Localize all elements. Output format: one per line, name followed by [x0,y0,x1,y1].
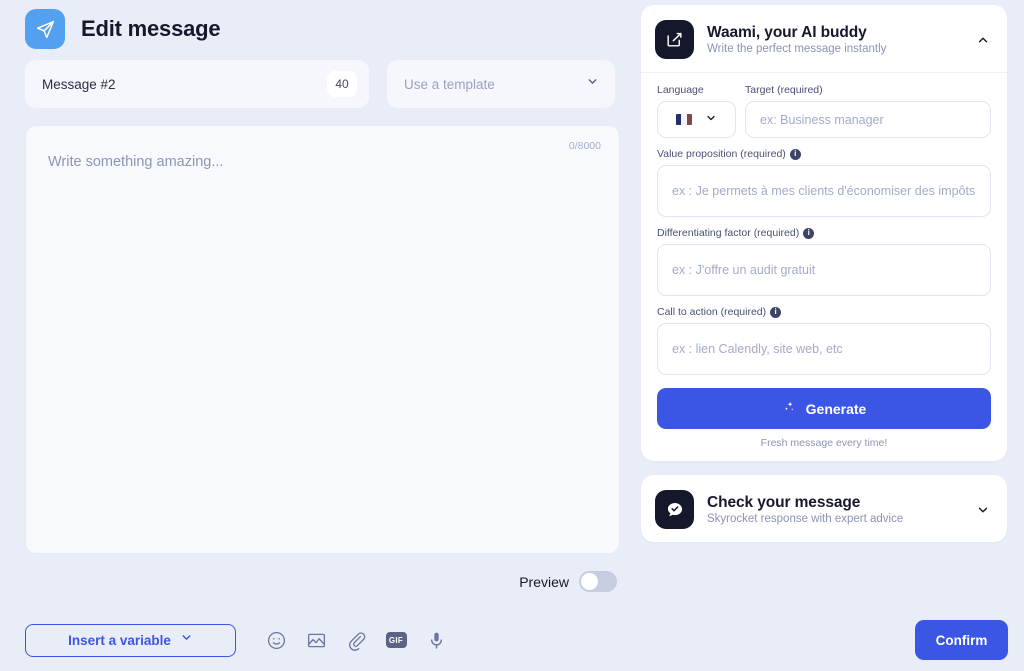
chevron-down-icon [180,631,193,649]
info-icon[interactable]: i [803,227,815,239]
flag-france-icon [676,114,692,125]
preview-toggle-knob [581,573,598,590]
waami-card-header[interactable]: Waami, your AI buddy Write the perfect m… [641,5,1007,72]
preview-toggle-row: Preview [0,554,645,592]
preview-toggle[interactable] [579,571,617,592]
message-tab[interactable]: Message #2 40 [25,60,369,108]
preview-label: Preview [519,573,569,590]
differentiating-factor-label-text: Differentiating factor (required) [657,227,800,239]
attachment-icon[interactable] [345,629,367,651]
message-text-editor[interactable]: 0/8000 Write something amazing... [25,125,620,554]
language-target-row: Language Target (required) [657,84,991,138]
waami-card-title: Waami, your AI buddy [707,24,867,41]
value-proposition-label: Value proposition (required) i [657,148,991,160]
chevron-down-icon [705,111,717,129]
value-proposition-field: Value proposition (required) i [657,148,991,217]
info-icon[interactable]: i [770,306,782,318]
info-icon[interactable]: i [789,148,801,160]
call-to-action-label: Call to action (required) i [657,306,991,318]
language-select[interactable] [657,101,736,138]
target-label: Target (required) [745,84,823,96]
sparkle-icon [782,400,797,418]
template-select[interactable]: Use a template [387,60,615,108]
emoji-icon[interactable] [265,629,287,651]
insert-variable-label: Insert a variable [68,632,171,648]
chevron-down-icon [586,75,599,93]
template-select-placeholder: Use a template [404,76,495,92]
language-field: Language [657,84,736,138]
page-title: Edit message [81,16,221,41]
call-to-action-label-text: Call to action (required) [657,306,767,318]
bottom-toolbar: Insert a variable GIF Confirm [0,609,1024,671]
generate-button-label: Generate [805,400,867,417]
microphone-icon[interactable] [425,629,447,651]
check-message-card: Check your message Skyrocket response wi… [641,475,1007,542]
waami-card-texts: Waami, your AI buddy Write the perfect m… [707,24,962,55]
chat-check-icon [655,490,694,529]
edit-square-icon [655,20,694,59]
generate-button[interactable]: Generate [657,388,991,429]
message-editor-pane: Edit message Message #2 40 Use a templat… [0,0,645,671]
gif-icon[interactable]: GIF [385,629,407,651]
confirm-button[interactable]: Confirm [915,620,1008,660]
waami-card-body: Language Target (required) ex: Business … [641,72,1007,461]
message-tab-label: Message #2 [42,76,116,92]
check-message-card-title: Check your message [707,494,861,511]
value-proposition-label-text: Value proposition (required) [657,148,786,160]
page-header: Edit message [0,0,645,49]
gif-badge-label: GIF [385,632,407,648]
toolbar-icon-group: GIF [265,629,447,651]
edit-message-screen: Edit message Message #2 40 Use a templat… [0,0,1024,671]
value-proposition-input[interactable] [657,165,991,217]
check-message-card-subtitle: Skyrocket response with expert advice [707,513,904,525]
call-to-action-input[interactable] [657,323,991,375]
editor-character-counter: 0/8000 [568,140,601,152]
assistant-pane: Waami, your AI buddy Write the perfect m… [641,0,1024,556]
call-to-action-field: Call to action (required) i [657,306,991,375]
editor-placeholder: Write something amazing... [48,154,224,170]
generate-note: Fresh message every time! [760,437,888,449]
insert-variable-button[interactable]: Insert a variable [25,623,236,657]
differentiating-factor-field: Differentiating factor (required) i [657,227,991,296]
check-message-card-texts: Check your message Skyrocket response wi… [707,494,962,525]
differentiating-factor-label: Differentiating factor (required) i [657,227,991,239]
waami-ai-card: Waami, your AI buddy Write the perfect m… [641,5,1007,461]
chevron-up-icon[interactable] [975,33,991,47]
send-plane-icon [25,9,65,49]
chevron-down-icon[interactable] [975,503,991,517]
check-message-card-header[interactable]: Check your message Skyrocket response wi… [641,475,1007,542]
language-label: Language [657,84,704,96]
editor-top-row: Message #2 40 Use a template [0,48,645,108]
waami-card-subtitle: Write the perfect message instantly [707,43,887,55]
image-icon[interactable] [305,629,327,651]
target-field: Target (required) [745,84,991,138]
differentiating-factor-input[interactable] [657,244,991,296]
target-input[interactable] [745,101,991,138]
message-char-badge: 40 [327,71,357,97]
